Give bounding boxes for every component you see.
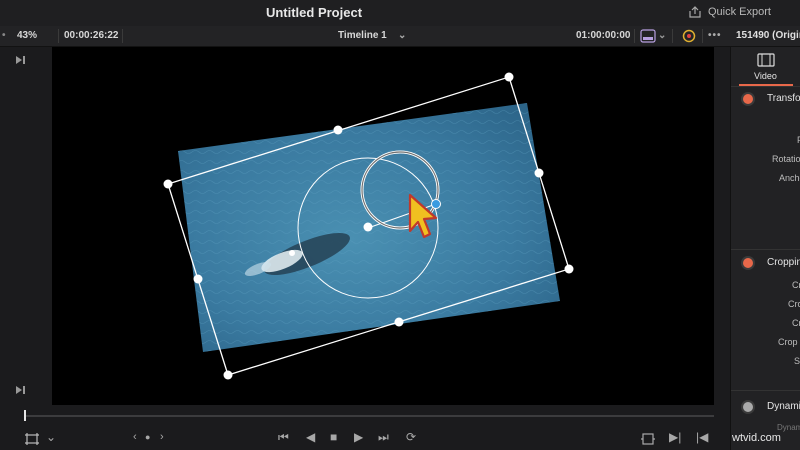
cropping-toggle[interactable] xyxy=(743,258,753,268)
record-timecode: 01:00:00:00 xyxy=(576,30,631,41)
param-label: Crop xyxy=(778,337,798,347)
viewer-right-gutter xyxy=(714,47,730,405)
divider xyxy=(672,29,673,43)
match-frame-icon[interactable] xyxy=(640,432,656,446)
corner-handle-bottom-right xyxy=(564,264,574,274)
project-title: Untitled Project xyxy=(265,5,363,20)
param-label: Cro xyxy=(792,318,800,328)
param-label: Cr xyxy=(792,280,800,290)
quick-export-button[interactable]: Quick Export xyxy=(688,6,771,18)
last-frame-icon[interactable] xyxy=(14,385,26,395)
param-label: Rotation xyxy=(772,154,800,164)
zoom-level[interactable]: 43% xyxy=(17,30,37,41)
video-viewer[interactable] xyxy=(52,47,714,405)
edge-handle-top xyxy=(333,125,343,135)
first-frame-icon[interactable] xyxy=(14,55,26,65)
transform-header[interactable]: Transform xyxy=(767,93,800,104)
corner-handle-top-left xyxy=(163,179,173,189)
corner-handle-bottom-left xyxy=(223,370,233,380)
divider xyxy=(634,29,635,43)
next-frame-icon[interactable]: ▶| xyxy=(669,430,681,444)
viewer-toolbar: • 43% 00:00:26:22 Timeline 1 ⌄ 01:00:00:… xyxy=(0,26,730,47)
param-label: Cro xyxy=(788,299,800,309)
cropping-header[interactable]: Cropping xyxy=(767,257,800,268)
reverse-play-icon[interactable]: ◀ xyxy=(306,430,315,444)
param-label: Ancho xyxy=(779,173,800,183)
divider xyxy=(731,86,800,87)
corner-handle-top-right xyxy=(504,72,514,82)
color-wheel-icon[interactable] xyxy=(681,28,697,44)
export-icon xyxy=(689,6,701,18)
timeline-name[interactable]: Timeline 1 xyxy=(338,30,387,41)
menu-dot-icon[interactable]: • xyxy=(2,30,6,41)
rotation-point-handle[interactable] xyxy=(431,199,441,209)
source-timecode: 00:00:26:22 xyxy=(64,30,119,41)
edge-handle-left xyxy=(193,274,203,284)
divider xyxy=(122,29,123,43)
film-strip-icon[interactable] xyxy=(757,53,775,67)
chevron-down-icon[interactable]: ⌄ xyxy=(46,430,56,444)
tab-video[interactable]: Video xyxy=(754,71,777,81)
param-label: S xyxy=(794,356,800,366)
quick-export-label: Quick Export xyxy=(708,6,771,18)
clip-name: 151490 (Original) xyxy=(736,30,800,41)
loop-icon[interactable]: ⟳ xyxy=(406,430,416,444)
transform-toggle[interactable] xyxy=(743,94,753,104)
dynamic-zoom-header[interactable]: Dynamic xyxy=(767,401,800,412)
viewer-left-gutter xyxy=(0,47,52,405)
jog-right-icon[interactable]: › xyxy=(160,430,164,444)
scrubber-track[interactable] xyxy=(24,415,714,417)
transport-bar xyxy=(0,427,730,450)
divider xyxy=(702,29,703,43)
divider xyxy=(731,390,800,391)
more-options-icon[interactable]: ••• xyxy=(708,30,722,41)
chevron-down-icon[interactable]: ⌄ xyxy=(658,30,666,41)
skip-to-start-icon[interactable]: ⏮ xyxy=(278,430,289,444)
inspector-panel: Video Transform P Rotation Ancho Croppin… xyxy=(730,47,800,450)
previous-frame-icon[interactable]: |◀ xyxy=(696,430,708,444)
anchor-handle xyxy=(363,222,373,232)
transform-mode-icon[interactable] xyxy=(24,432,40,446)
watermark-text: wtvid.com xyxy=(732,432,781,444)
chevron-down-icon[interactable]: ⌄ xyxy=(398,30,406,41)
edge-handle-bottom xyxy=(394,317,404,327)
divider xyxy=(731,249,800,250)
playhead[interactable] xyxy=(24,410,26,421)
jog-left-icon[interactable]: ‹ xyxy=(133,430,137,444)
viewer-canvas[interactable] xyxy=(52,47,714,405)
divider xyxy=(58,29,59,43)
skip-to-end-icon[interactable]: ⏭ xyxy=(378,430,389,444)
play-icon[interactable]: ▶ xyxy=(354,430,363,444)
dynamic-zoom-sub: Dynamic Zoom xyxy=(777,423,800,432)
edge-handle-right xyxy=(534,168,544,178)
stop-icon[interactable]: ■ xyxy=(330,430,337,444)
jog-center-icon[interactable]: ● xyxy=(145,430,150,444)
dynamic-zoom-toggle[interactable] xyxy=(743,402,753,412)
hdr-badge-icon[interactable] xyxy=(640,29,656,43)
